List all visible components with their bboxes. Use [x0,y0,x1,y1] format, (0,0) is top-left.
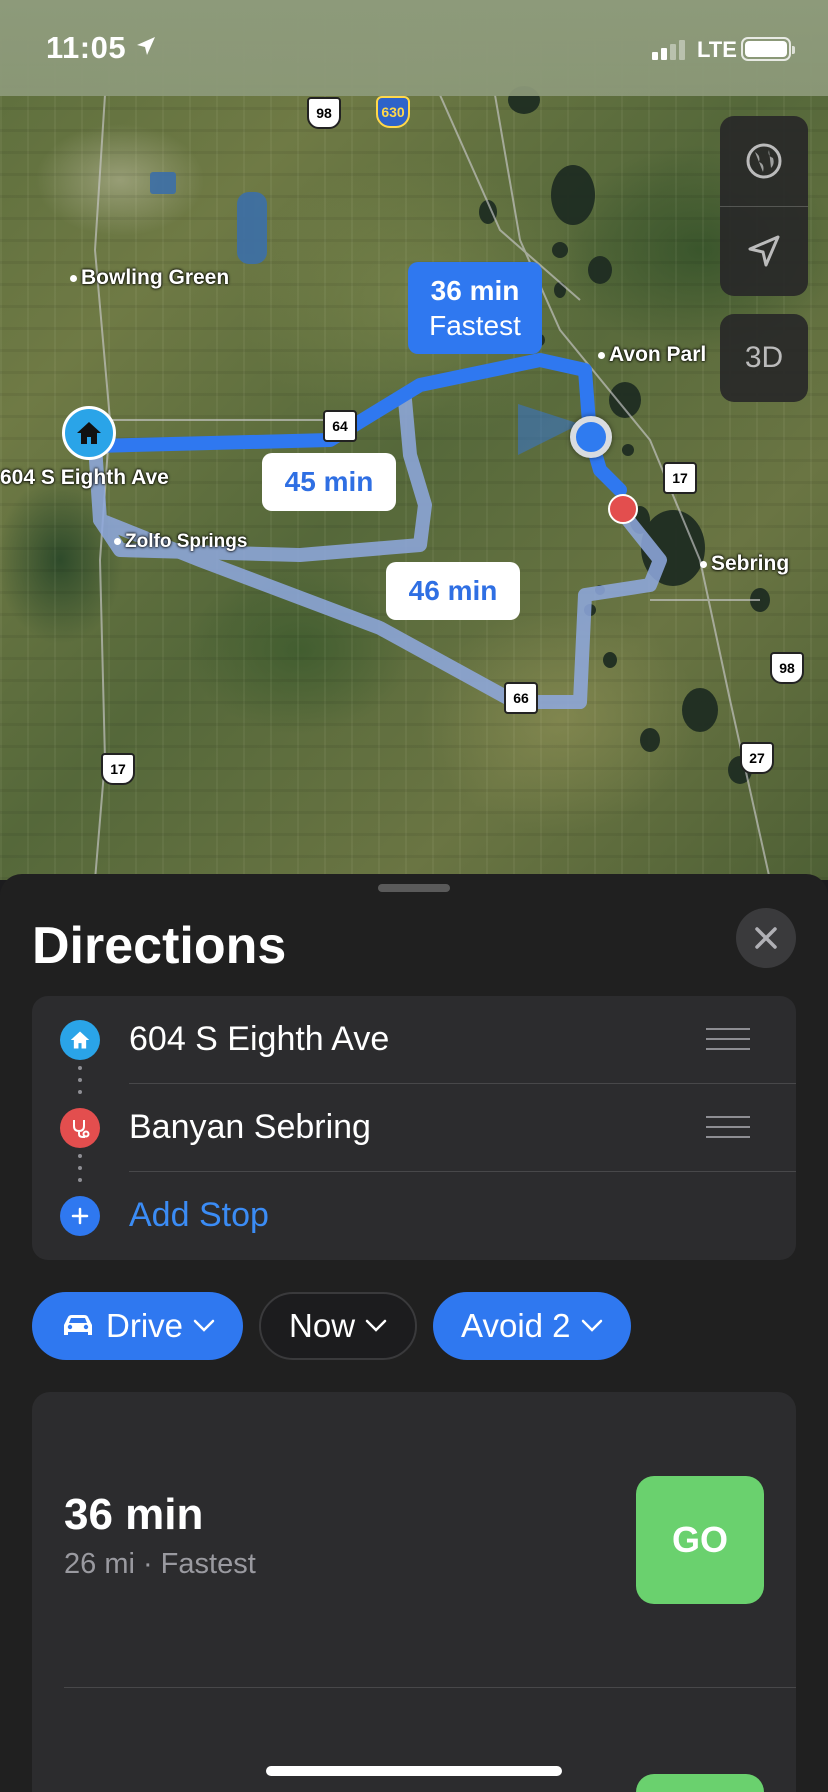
map-view[interactable]: 11:05 LTE 98 630 64 17 98 27 66 17 Bowli… [0,0,828,880]
sheet-grabber[interactable] [378,884,450,892]
home-icon [60,1020,100,1060]
route-options: Drive Now Avoid 2 [32,1292,631,1360]
avoid-options-button[interactable]: Avoid 2 [433,1292,631,1360]
chevron-down-icon [365,1319,387,1332]
departure-time-label: Now [289,1307,356,1344]
home-indicator[interactable] [266,1766,562,1776]
place-zolfo-springs: Zolfo Springs [114,531,247,553]
transport-mode-button[interactable]: Drive [32,1292,244,1360]
route-shield-us98: 98 [307,97,341,129]
route-shield-sr66: 66 [504,682,538,714]
map-controls [720,116,808,296]
go-button-next-route[interactable] [636,1774,764,1792]
sheet-title: Directions [32,917,287,975]
transport-mode-label: Drive [106,1307,184,1344]
home-icon [77,422,101,444]
route-option-card[interactable]: 36 min 26 mi · Fastest GO [32,1392,796,1792]
location-arrow-icon [137,37,155,55]
stop-origin[interactable]: 604 S Eighth Ave [32,996,796,1084]
current-location-dot [570,416,612,458]
chevron-down-icon [193,1319,215,1332]
map-terrain [88,86,771,880]
close-button[interactable] [736,908,796,968]
route-duration: 36 min [64,1490,204,1539]
add-stop-row[interactable]: Add Stop [32,1172,796,1260]
signal-strength-icon [652,40,685,60]
map-mode-button[interactable] [720,116,808,206]
status-time: 11:05 [46,30,127,65]
plus-icon [60,1196,100,1236]
place-avon-park: Avon Parl [598,343,706,367]
stethoscope-icon [60,1108,100,1148]
location-arrow-outline-icon [748,235,780,267]
route-bubble-alt1[interactable]: 45 min [262,453,396,511]
directions-sheet: Directions 604 S Eighth Ave Banyan Sebri… [0,874,828,1792]
stop-origin-label: 604 S Eighth Ave [129,1020,390,1058]
route-shield-us98-east: 98 [770,652,804,684]
place-sebring: Sebring [700,552,789,576]
reorder-handle-icon[interactable] [706,1028,750,1058]
3d-view-button[interactable]: 3D [720,314,808,402]
route-details: 26 mi · Fastest [64,1548,256,1580]
route-shield-us17-west: 17 [101,753,135,785]
avoid-options-label: Avoid 2 [461,1307,571,1344]
destination-pin[interactable] [608,494,638,524]
go-button[interactable]: GO [636,1476,764,1604]
battery-icon [741,37,795,61]
network-type: LTE [697,37,737,62]
route-bubble-primary[interactable]: 36 min Fastest [408,262,542,354]
globe-icon [746,143,782,179]
route-shield-us27: 27 [740,742,774,774]
car-icon [64,1315,92,1335]
route-bubble-primary-note: Fastest [429,310,521,341]
route-bubble-primary-time: 36 min [430,275,520,306]
route-shield-us17-east: 17 [663,462,697,494]
reorder-handle-icon[interactable] [706,1116,750,1146]
chevron-down-icon [581,1319,602,1332]
route-bubble-alt2[interactable]: 46 min [386,562,520,620]
departure-time-button[interactable]: Now [259,1292,418,1360]
origin-pin[interactable] [62,406,116,460]
place-bowling-green: Bowling Green [70,266,229,290]
route-stops-list: 604 S Eighth Ave Banyan Sebring Add Stop [32,996,796,1260]
route-shield-cr630: 630 [376,96,410,128]
stop-destination-label: Banyan Sebring [129,1108,371,1146]
route-divider [64,1687,796,1688]
stop-destination[interactable]: Banyan Sebring [32,1084,796,1172]
status-bar: 11:05 LTE [0,0,828,96]
close-icon [755,927,777,949]
track-location-button[interactable] [720,206,808,296]
route-shield-sr64: 64 [323,410,357,442]
add-stop-label: Add Stop [129,1196,269,1234]
origin-map-label: 604 S Eighth Ave [0,466,169,489]
